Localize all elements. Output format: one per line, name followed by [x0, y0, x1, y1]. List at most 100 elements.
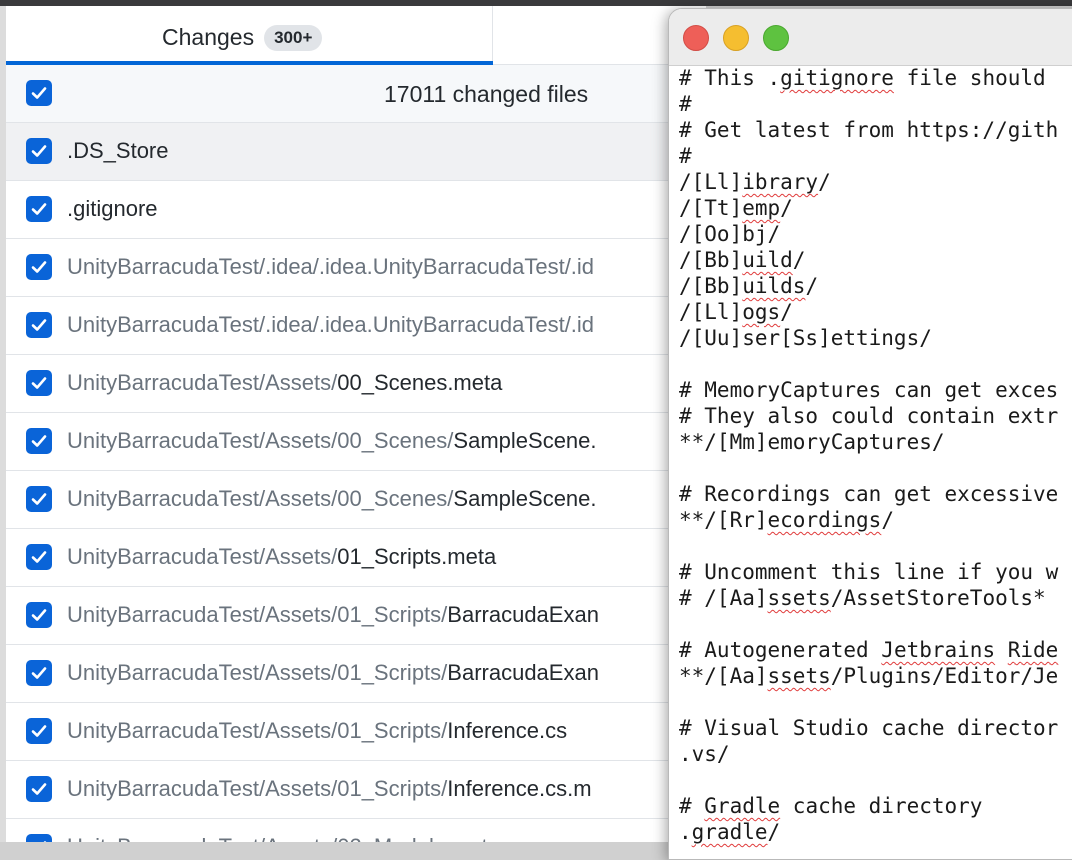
tab-changes[interactable]: Changes 300+: [6, 6, 493, 65]
checkmark-icon: [31, 145, 47, 157]
code-text: # Get latest from https://gith: [679, 118, 1059, 142]
file-row[interactable]: UnityBarracudaTest/Assets/01_Scripts.met…: [6, 529, 706, 587]
file-name: 01_Scripts.meta: [337, 544, 497, 569]
spellcheck-word: ibrary: [742, 170, 819, 194]
checkmark-icon: [31, 87, 47, 99]
spellcheck-word: Jetbrains: [881, 638, 996, 662]
code-text: /: [780, 300, 793, 324]
file-row[interactable]: .gitignore: [6, 181, 706, 239]
code-line: # This .gitignore file should: [679, 65, 1058, 91]
window-titlebar[interactable]: [669, 9, 1072, 66]
code-text: **/[Mm]emoryCaptures/: [679, 430, 945, 454]
file-checkbox[interactable]: [26, 834, 52, 842]
file-name: BarracudaExan: [447, 602, 599, 627]
file-row[interactable]: UnityBarracudaTest/.idea/.idea.UnityBarr…: [6, 239, 706, 297]
file-checkbox[interactable]: [26, 602, 52, 628]
checkmark-icon: [31, 319, 47, 331]
code-text: /: [881, 508, 894, 532]
file-path: UnityBarracudaTest/.idea/.idea.UnityBarr…: [67, 254, 594, 280]
code-line: /[Uu]ser[Ss]ettings/: [679, 325, 1058, 351]
file-name: SampleScene.: [453, 486, 597, 511]
file-directory: UnityBarracudaTest/Assets/01_Scripts/: [67, 602, 448, 627]
code-text: #: [679, 794, 705, 818]
spellcheck-word: gradle: [691, 820, 768, 844]
select-all-checkbox[interactable]: [26, 80, 52, 106]
code-text: # Visual Studio cache director: [679, 716, 1059, 740]
code-text: /[Bb]: [679, 248, 743, 272]
changes-count-badge: 300+: [264, 24, 323, 51]
file-row[interactable]: UnityBarracudaTest/Assets/01_Scripts/Inf…: [6, 703, 706, 761]
file-path: .DS_Store: [67, 138, 169, 164]
close-window-button[interactable]: [683, 25, 709, 51]
zoom-window-button[interactable]: [763, 25, 789, 51]
code-text: /[Tt]: [679, 196, 743, 220]
gitignore-text-content[interactable]: # This .gitignore file should # # Get late…: [679, 65, 1058, 845]
code-line: # Uncomment this line if you w: [679, 559, 1058, 585]
file-checkbox[interactable]: [26, 718, 52, 744]
minimize-window-button[interactable]: [723, 25, 749, 51]
file-row[interactable]: UnityBarracudaTest/Assets/01_Scripts/Bar…: [6, 587, 706, 645]
file-checkbox[interactable]: [26, 312, 52, 338]
code-text: /Plugins/Editor/Je: [830, 664, 1059, 688]
code-text: /: [818, 170, 831, 194]
code-line: # MemoryCaptures can get exces: [679, 377, 1058, 403]
file-directory: UnityBarracudaTest/Assets/01_Scripts/: [67, 776, 448, 801]
code-line: # Get latest from https://gith: [679, 117, 1058, 143]
file-path: UnityBarracudaTest/Assets/01_Scripts/Bar…: [67, 660, 599, 686]
file-row[interactable]: UnityBarracudaTest/Assets/00_Scenes/Samp…: [6, 471, 706, 529]
file-path: .gitignore: [67, 196, 158, 222]
file-checkbox[interactable]: [26, 660, 52, 686]
code-text: #: [679, 144, 692, 168]
file-checkbox[interactable]: [26, 370, 52, 396]
file-row[interactable]: UnityBarracudaTest/.idea/.idea.UnityBarr…: [6, 297, 706, 355]
file-checkbox[interactable]: [26, 776, 52, 802]
code-line: /[Tt]emp/: [679, 195, 1058, 221]
file-name: .DS_Store: [67, 138, 169, 163]
file-checkbox[interactable]: [26, 196, 52, 222]
code-line: # Recordings can get excessive: [679, 481, 1058, 507]
code-text: /[Bb]: [679, 274, 743, 298]
code-text: # Uncomment this line if you w: [679, 560, 1059, 584]
code-text: # MemoryCaptures can get exces: [679, 378, 1059, 402]
file-row[interactable]: UnityBarracudaTest/Assets/00_Scenes/Samp…: [6, 413, 706, 471]
file-row[interactable]: UnityBarracudaTest/Assets/01_Scripts/Inf…: [6, 761, 706, 819]
file-checkbox[interactable]: [26, 428, 52, 454]
spellcheck-word: ogs: [742, 300, 781, 324]
file-row[interactable]: UnityBarracudaTest/Assets/02_Models.meta: [6, 819, 706, 842]
file-checkbox[interactable]: [26, 544, 52, 570]
file-name: SampleScene.: [453, 428, 597, 453]
file-row[interactable]: UnityBarracudaTest/Assets/01_Scripts/Bar…: [6, 645, 706, 703]
code-line: /[Ll]ibrary/: [679, 169, 1058, 195]
code-text: /: [780, 196, 793, 220]
code-line: # Gradle cache directory: [679, 793, 1058, 819]
checkmark-icon: [31, 435, 47, 447]
checkmark-icon: [43, 841, 47, 842]
code-text: # Autogenerated: [679, 638, 882, 662]
code-text: # Recordings can get excessive: [679, 482, 1059, 506]
code-text: # They also could contain extr: [679, 404, 1059, 428]
checkmark-icon: [31, 725, 47, 737]
file-path: UnityBarracudaTest/.idea/.idea.UnityBarr…: [67, 312, 594, 338]
code-text: /AssetStoreTools*: [830, 586, 1046, 610]
file-checkbox[interactable]: [26, 254, 52, 280]
file-row[interactable]: UnityBarracudaTest/Assets/00_Scenes.meta: [6, 355, 706, 413]
file-directory: UnityBarracudaTest/.idea/.idea.UnityBarr…: [67, 254, 595, 279]
file-checkbox[interactable]: [26, 486, 52, 512]
checkmark-icon: [31, 551, 47, 563]
file-checkbox[interactable]: [26, 138, 52, 164]
code-text: # /[Aa]: [679, 586, 768, 610]
file-directory: UnityBarracudaTest/.idea/.idea.UnityBarr…: [67, 312, 595, 337]
code-line: /[Bb]uild/: [679, 247, 1058, 273]
file-row[interactable]: .DS_Store: [6, 123, 706, 181]
code-line: **/[Rr]ecordings/: [679, 507, 1058, 533]
spellcheck-word: uild: [742, 248, 793, 272]
file-name: 00_Scenes.meta: [337, 370, 503, 395]
file-path: UnityBarracudaTest/Assets/01_Scripts/Bar…: [67, 602, 599, 628]
changed-files-count: 17011 changed files: [384, 81, 589, 107]
